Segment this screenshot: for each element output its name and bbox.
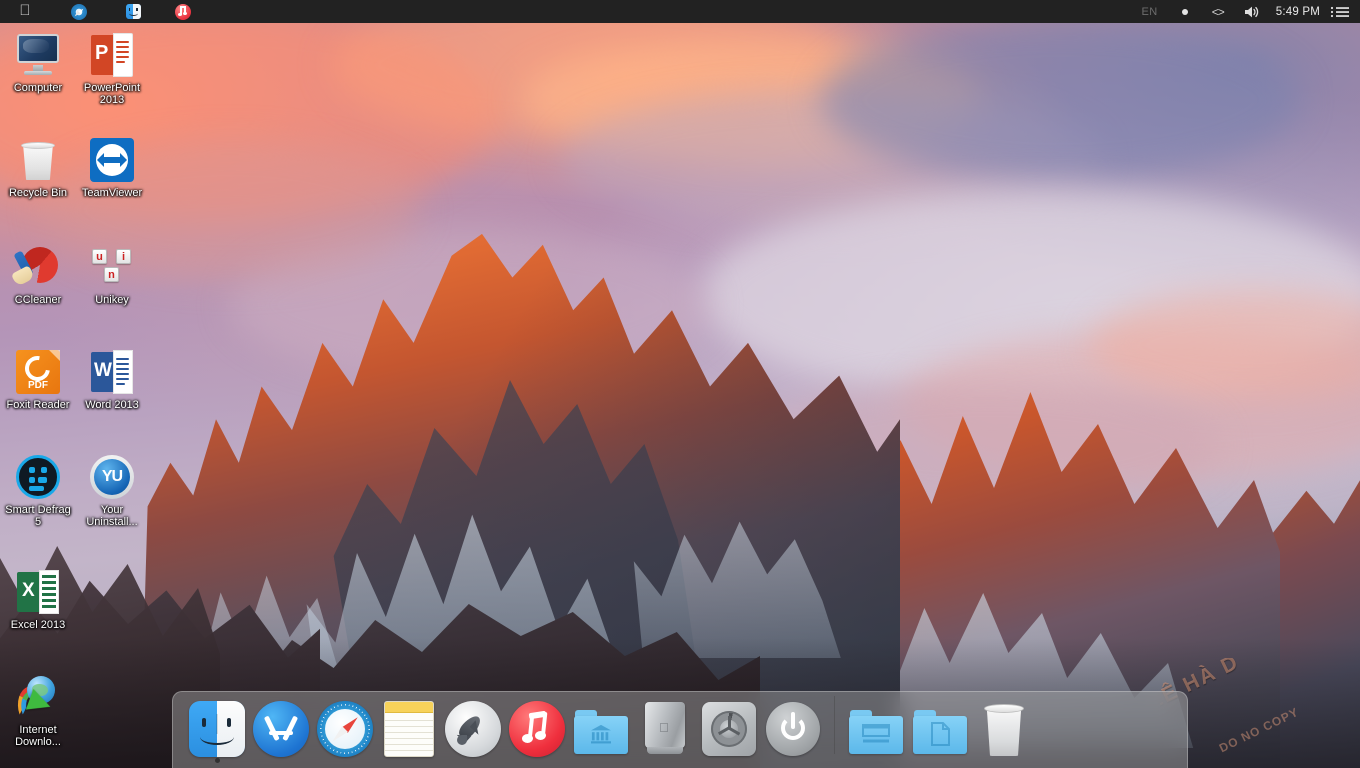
foxit-reader-icon: PDF (14, 348, 62, 396)
desktop-icon-label: PowerPoint 2013 (83, 82, 141, 106)
apple-logo-icon:  (19, 3, 30, 18)
desktop-icon-label: Recycle Bin (8, 187, 68, 199)
desktop-icon-label: Internet Downlo... (15, 724, 61, 748)
dock-item-mac-pro[interactable]:  (633, 692, 697, 764)
cloud-band (820, 20, 1300, 180)
document-glyph-icon (931, 722, 950, 746)
desktop-icon-word[interactable]: W Word 2013 (75, 348, 149, 411)
desktop-icon-powerpoint[interactable]: P PowerPoint 2013 (75, 31, 149, 106)
internet-download-manager-icon (12, 673, 62, 721)
apple-menu-icon[interactable]:  (0, 0, 50, 23)
desktop-icon-ccleaner[interactable]: CCleaner (1, 243, 75, 306)
word-icon: W (88, 348, 136, 396)
desktop-icon-teamviewer[interactable]: TeamViewer (75, 136, 149, 199)
imac-icon (14, 31, 62, 79)
desktop-icon-unikey[interactable]: uin Unikey (75, 243, 149, 306)
dock-item-notes[interactable] (377, 692, 441, 764)
desktop-icon-label: TeamViewer (81, 187, 143, 199)
desktop-icon-excel[interactable]: X Excel 2013 (1, 568, 75, 631)
desktop-icon-label: Foxit Reader (6, 399, 70, 411)
dock-item-safari[interactable] (313, 692, 377, 764)
code-brackets-icon[interactable]: <> (1212, 5, 1225, 19)
dock-item-launchpad[interactable] (441, 692, 505, 764)
dock-item-downloads[interactable] (844, 692, 908, 764)
desktop-icon-foxit-reader[interactable]: PDF Foxit Reader (1, 348, 75, 411)
desktop-icon-label: Word 2013 (85, 399, 139, 411)
running-indicator-dot (214, 758, 220, 763)
desktop-icon-label: Excel 2013 (10, 619, 66, 631)
downloads-folder-icon (847, 700, 905, 758)
desktop-icon-internet-download-manager[interactable]: Internet Downlo... (1, 673, 75, 748)
window-glyph-icon (862, 724, 890, 743)
dock-item-trash[interactable] (972, 692, 1036, 764)
power-icon (764, 700, 822, 758)
finder-icon (188, 700, 246, 758)
finder-icon (125, 4, 141, 19)
finder-menubar-icon[interactable] (108, 0, 158, 23)
launchpad-icon (444, 700, 502, 758)
dock-item-applications[interactable] (569, 692, 633, 764)
applications-folder-icon (572, 700, 630, 758)
mac-pro-icon:  (636, 700, 694, 758)
input-source-indicator[interactable]: EN (1131, 6, 1167, 18)
volume-icon[interactable] (1244, 5, 1260, 19)
status-dot-icon[interactable] (1181, 8, 1188, 15)
notification-center-icon[interactable] (1330, 5, 1350, 19)
dock-item-finder[interactable] (185, 692, 249, 764)
dock-item-app-store[interactable] (249, 692, 313, 764)
desktop-wallpaper (0, 0, 1360, 768)
menu-bar:  EN (0, 0, 1360, 23)
itunes-icon (508, 700, 566, 758)
unikey-icon: uin (88, 243, 136, 291)
desktop-icon-grid: Computer P PowerPoint 2013 Recycle Bin T… (0, 23, 170, 768)
trash-icon (975, 700, 1033, 758)
smart-defrag-icon (14, 453, 62, 501)
desktop-icon-recycle-bin[interactable]: Recycle Bin (1, 136, 75, 199)
safari-icon (316, 700, 374, 758)
documents-folder-icon (911, 700, 969, 758)
dock-item-system-preferences[interactable] (697, 692, 761, 764)
dock-item-itunes[interactable] (505, 692, 569, 764)
menu-bar-left-icons:  (0, 0, 208, 23)
itunes-menubar-icon[interactable] (158, 0, 208, 23)
itunes-icon (175, 3, 191, 20)
dock-item-documents[interactable] (908, 692, 972, 764)
safari-menubar-icon[interactable] (50, 0, 108, 23)
dock:  (172, 691, 1188, 768)
safari-icon (71, 3, 87, 20)
desktop-icon-smart-defrag[interactable]: Smart Defrag 5 (1, 453, 75, 528)
teamviewer-icon (88, 136, 136, 184)
notes-icon (380, 700, 438, 758)
recycle-bin-icon (14, 136, 62, 184)
desktop-icon-label: Unikey (95, 294, 129, 306)
menu-bar-clock[interactable]: 5:49 PM (1276, 6, 1320, 18)
dock-item-shut-down[interactable] (761, 692, 825, 764)
powerpoint-icon: P (88, 31, 136, 79)
system-preferences-icon (700, 700, 758, 758)
menu-bar-status-tray: EN <> 5:49 PM (1131, 0, 1360, 23)
dock-separator (834, 696, 835, 754)
desktop-icon-label: Computer (13, 82, 63, 94)
bank-glyph-icon (591, 724, 611, 744)
your-uninstaller-icon: YU (88, 453, 136, 501)
excel-icon: X (14, 568, 62, 616)
app-store-icon (252, 700, 310, 758)
desktop-icon-label: Smart Defrag 5 (5, 504, 71, 528)
desktop-icon-label: CCleaner (14, 294, 62, 306)
desktop-icon-computer[interactable]: Computer (1, 31, 75, 94)
ccleaner-icon (10, 243, 62, 291)
desktop-icon-your-uninstaller[interactable]: YU Your Uninstall... (75, 453, 149, 528)
desktop-icon-label: Your Uninstall... (86, 504, 138, 528)
